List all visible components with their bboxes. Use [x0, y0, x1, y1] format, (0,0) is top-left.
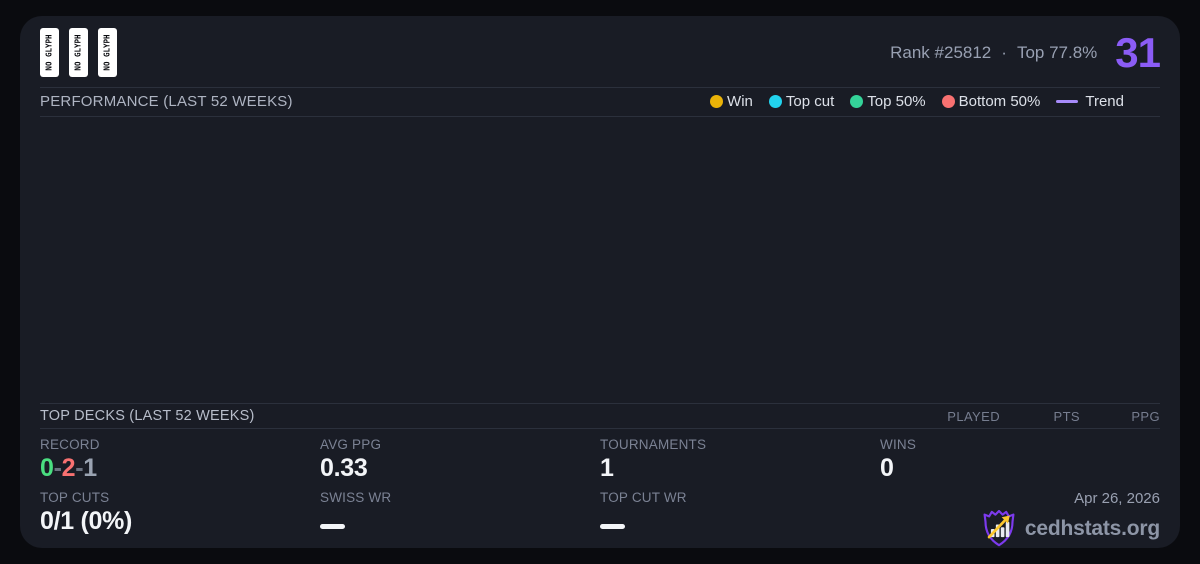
column-header-ppg: PPG: [1131, 408, 1160, 424]
legend-label: Top 50%: [867, 93, 926, 111]
commander-glyphs: NO GLYPH NO GLYPH NO GLYPH: [40, 28, 117, 78]
rank-line: Rank #25812 · Top 77.8%: [890, 43, 1097, 63]
no-glyph-placeholder-icon: NO GLYPH: [69, 28, 88, 78]
stat-top-cuts: TOP CUTS 0/1 (0%): [40, 490, 320, 548]
card-footer: Apr 26, 2026 cedhstats.org: [880, 490, 1160, 548]
column-header-played: PLAYED: [947, 408, 1000, 424]
stat-value-record: 0-2-1: [40, 454, 320, 483]
stat-value: 0: [880, 454, 894, 482]
stat-top-cut-wr: TOP CUT WR —: [600, 490, 880, 548]
empty-value-dash: —: [320, 524, 345, 529]
performance-chart: [40, 117, 1160, 404]
top-percent: Top 77.8%: [1016, 42, 1098, 62]
stat-label: TOP CUTS: [40, 490, 110, 505]
top-decks-header: TOP DECKS (LAST 52 WEEKS) PLAYED PTS PPG: [40, 404, 1160, 428]
performance-title: PERFORMANCE (LAST 52 WEEKS): [40, 93, 293, 111]
legend-item-topcut: Top cut: [768, 93, 835, 111]
stat-label: RECORD: [40, 437, 100, 452]
trend-line-icon: [1056, 100, 1079, 104]
legend-label: Top cut: [785, 93, 835, 111]
stat-label: AVG PPG: [320, 437, 382, 452]
top-decks-title: TOP DECKS (LAST 52 WEEKS): [40, 408, 255, 425]
stat-wins: WINS 0: [880, 437, 1160, 490]
brand-name: cedhstats.org: [1024, 517, 1160, 540]
stat-tournaments: TOURNAMENTS 1: [600, 437, 880, 490]
stat-label: SWISS WR: [320, 490, 392, 505]
stat-avg-ppg: AVG PPG 0.33: [320, 437, 600, 490]
stat-label: TOURNAMENTS: [600, 437, 707, 452]
stat-label: WINS: [880, 437, 917, 452]
card-header: NO GLYPH NO GLYPH NO GLYPH Rank #25812 ·…: [40, 16, 1161, 87]
no-glyph-label: NO GLYPH: [74, 34, 83, 71]
no-glyph-placeholder-icon: NO GLYPH: [40, 28, 59, 78]
stat-record: RECORD 0-2-1: [40, 437, 320, 490]
stat-swiss-wr: SWISS WR —: [320, 490, 600, 548]
record-wins: 0: [40, 454, 54, 482]
generated-date: Apr 26, 2026: [1074, 490, 1160, 507]
stat-value: 0.33: [320, 454, 368, 482]
legend-item-top50: Top 50%: [850, 93, 926, 111]
record-losses: 2: [61, 454, 76, 482]
no-glyph-placeholder-icon: NO GLYPH: [98, 28, 117, 78]
stat-label: TOP CUT WR: [600, 490, 687, 505]
stat-value: 0/1 (0%): [40, 507, 133, 535]
win-dot-icon: [710, 95, 724, 109]
player-stats-card: NO GLYPH NO GLYPH NO GLYPH Rank #25812 ·…: [20, 16, 1180, 548]
points-total: 31: [1115, 28, 1161, 76]
stats-grid: RECORD 0-2-1 AVG PPG 0.33 TOURNAMENTS 1 …: [40, 429, 1160, 548]
record-draws: 1: [83, 454, 97, 482]
bottom50-dot-icon: [941, 95, 955, 109]
stat-value: 1: [600, 454, 614, 482]
record-separator: -: [53, 454, 62, 482]
brand: cedhstats.org: [981, 510, 1160, 548]
no-glyph-label: NO GLYPH: [103, 34, 112, 71]
topcut-dot-icon: [768, 95, 782, 109]
legend-item-trend: Trend: [1056, 93, 1124, 110]
cedhstats-logo-icon: [983, 510, 1015, 547]
no-glyph-label: NO GLYPH: [45, 34, 54, 71]
chart-legend: Win Top cut Top 50% Bottom 50% Trend: [710, 93, 1124, 110]
rank-number: Rank #25812: [890, 42, 992, 62]
column-header-pts: PTS: [1053, 408, 1080, 424]
legend-item-bottom50: Bottom 50%: [941, 93, 1041, 111]
rank-summary: Rank #25812 · Top 77.8% 31: [890, 28, 1161, 76]
top-decks-columns: PLAYED PTS PPG: [920, 409, 1160, 424]
legend-label: Bottom 50%: [958, 93, 1041, 111]
dot-separator: ·: [1001, 42, 1007, 62]
empty-value-dash: —: [600, 524, 625, 529]
legend-label: Win: [727, 93, 753, 111]
top50-dot-icon: [850, 95, 864, 109]
legend-label: Trend: [1085, 93, 1124, 111]
legend-item-win: Win: [710, 93, 753, 110]
performance-header: PERFORMANCE (LAST 52 WEEKS) Win Top cut …: [40, 88, 1160, 116]
